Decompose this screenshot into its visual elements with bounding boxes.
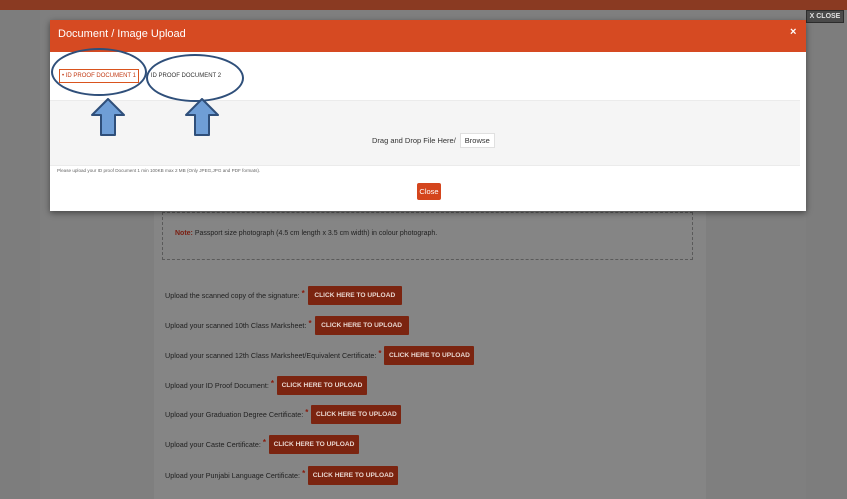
upload-label: Upload the scanned copy of the signature… — [165, 291, 300, 300]
dropzone-text: Drag and Drop File Here/ — [372, 136, 456, 145]
upload-id-proof-button[interactable]: CLICK HERE TO UPLOAD — [277, 376, 367, 395]
required-mark: * — [302, 469, 306, 478]
modal-title: Document / Image Upload — [58, 28, 186, 40]
upload-row-10th: Upload your scanned 10th Class Marksheet… — [165, 316, 409, 335]
required-mark: * — [301, 289, 305, 298]
upload-row-punjabi: Upload your Punjabi Language Certificate… — [165, 466, 399, 485]
required-mark: * — [270, 379, 274, 388]
modal-close-icon[interactable]: × — [790, 26, 796, 38]
note-text: Passport size photograph (4.5 cm length … — [194, 230, 438, 237]
annotation-circle-tab-2 — [146, 54, 244, 102]
up-arrow-icon — [91, 98, 125, 136]
upload-label: Upload your ID Proof Document: — [165, 381, 269, 390]
upload-row-12th: Upload your scanned 12th Class Marksheet… — [165, 346, 475, 365]
upload-graduation-button[interactable]: CLICK HERE TO UPLOAD — [311, 405, 402, 424]
upload-modal: Document / Image Upload × • ID PROOF DOC… — [50, 20, 806, 211]
upload-row-caste: Upload your Caste Certificate: * CLICK H… — [165, 435, 360, 454]
note-label: Note: — [175, 230, 193, 237]
upload-label: Upload your Punjabi Language Certificate… — [165, 471, 301, 480]
upload-label: Upload your scanned 10th Class Marksheet… — [165, 321, 307, 330]
file-dropzone[interactable]: Drag and Drop File Here/ Browse — [50, 100, 800, 166]
photo-note: Note: Passport size photograph (4.5 cm l… — [162, 212, 693, 260]
upload-12th-button[interactable]: CLICK HERE TO UPLOAD — [384, 346, 475, 365]
background-topbar — [0, 0, 847, 10]
close-button[interactable]: Close — [417, 183, 441, 200]
browse-button[interactable]: Browse — [459, 133, 495, 148]
dropzone-prompt: Drag and Drop File Here/ Browse — [372, 133, 495, 148]
upload-punjabi-button[interactable]: CLICK HERE TO UPLOAD — [308, 466, 399, 485]
upload-label: Upload your scanned 12th Class Marksheet… — [165, 351, 377, 360]
required-mark: * — [378, 349, 382, 358]
upload-10th-button[interactable]: CLICK HERE TO UPLOAD — [314, 316, 409, 335]
upload-caste-button[interactable]: CLICK HERE TO UPLOAD — [269, 435, 360, 454]
required-mark: * — [305, 408, 309, 417]
annotation-circle-tab-1 — [51, 48, 147, 96]
upload-signature-button[interactable]: CLICK HERE TO UPLOAD — [307, 286, 402, 305]
upload-label: Upload your Caste Certificate: — [165, 440, 261, 449]
upload-row-graduation: Upload your Graduation Degree Certificat… — [165, 405, 402, 424]
required-mark: * — [262, 438, 267, 447]
background-close-button[interactable]: X CLOSE — [806, 10, 844, 23]
upload-help-text: Please upload your ID proof Document 1 m… — [57, 168, 261, 173]
upload-row-signature: Upload the scanned copy of the signature… — [165, 286, 402, 305]
modal-header: Document / Image Upload × — [50, 20, 806, 52]
upload-row-id-proof: Upload your ID Proof Document: * CLICK H… — [165, 376, 367, 395]
required-mark: * — [308, 319, 312, 328]
up-arrow-icon — [185, 98, 219, 136]
upload-label: Upload your Graduation Degree Certificat… — [165, 410, 304, 419]
